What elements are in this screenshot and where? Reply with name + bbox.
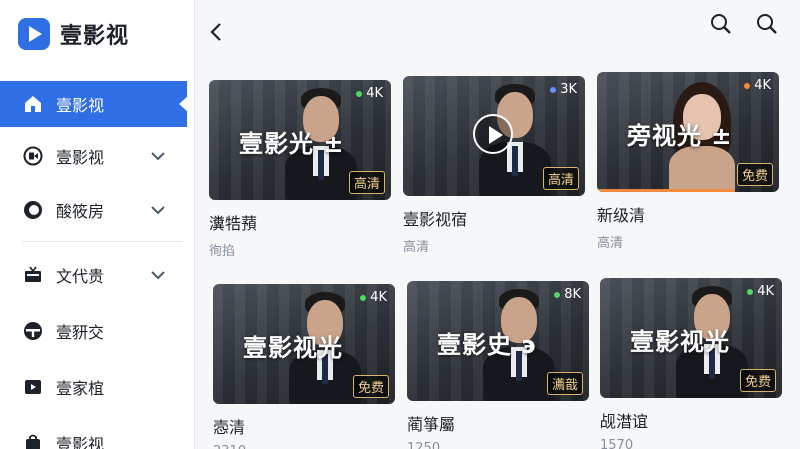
video-thumbnail[interactable]: 旁视光 ± 4K 免费 [597,72,779,192]
film-icon [22,145,44,167]
tv-icon [22,264,44,286]
resolution-text: 4K [757,284,774,299]
video-subtitle: 1570 [600,438,634,449]
video-clip-icon [22,376,44,398]
play-circle-icon [22,199,44,221]
thumbnail-overlay-title: 壹影史 э [437,331,537,359]
resolution-text: 8K [564,287,581,302]
quality-badge: 高清 [348,171,385,194]
resolution-label: 4K [356,86,383,101]
video-thumbnail[interactable]: 壹影视光 4K 免费 [213,284,395,404]
sidebar-item-movies[interactable]: 壹影视 [0,133,187,179]
video-card[interactable]: 壹影视光 4K 免费 觇澘谊 1570 [600,278,782,449]
sidebar: 壹影视 壹影视 壹影视 酸筱房 文代贵 壹豜交 壹家椬 壹影视 [0,0,195,449]
quality-badge: 免费 [736,163,773,186]
video-title[interactable]: 蔺箏屬 [407,411,589,435]
sidebar-item-series[interactable]: 酸筱房 [0,187,187,233]
sidebar-divider [22,241,182,242]
resolution-dot [747,288,754,295]
video-thumbnail[interactable]: 3K 高清 [403,76,585,196]
back-arrow-icon[interactable] [205,20,229,44]
thumbnail-overlay-title: 壹影视光 [630,328,730,356]
video-card[interactable]: 旁视光 ± 4K 免费 新级清 高清 [597,72,779,251]
resolution-label: 8K [554,287,581,302]
quality-badge: 高清 [542,167,579,190]
resolution-dot [550,86,557,93]
thumbnail-overlay-title: 旁视光 ± [627,122,733,150]
video-thumbnail[interactable]: 壹影史 э 8K 瀳戠 [407,281,589,401]
sidebar-item-variety[interactable]: 文代贵 [0,252,187,298]
watch-progress-bar [597,189,734,192]
sidebar-item-label: 壹家椬 [56,379,105,398]
video-card[interactable]: 壹影史 э 8K 瀳戠 蔺箏屬 1250 [407,281,589,449]
resolution-text: 4K [370,290,387,305]
resolution-text: 4K [366,86,383,101]
video-subtitle: 1250 [407,441,441,449]
main-content: 壹影光 ± 4K 高清 瀵牿蕷 徇掐 3K 高清 壹影视宿 高清 旁视光 ± 4… [195,0,800,449]
video-title[interactable]: 悫清 [213,414,395,438]
chevron-down-icon[interactable] [149,147,167,165]
brand[interactable]: 壹影视 [18,18,129,50]
quality-badge: 瀳戠 [546,372,583,395]
home-icon [22,93,44,115]
sidebar-item-label: 文代贵 [56,267,105,286]
resolution-label: 3K [550,82,577,97]
bag-icon [22,432,44,449]
sidebar-item-clips[interactable]: 壹家椬 [0,364,187,410]
resolution-dot [744,82,751,89]
anime-icon [22,320,44,342]
video-subtitle: 徇掐 [209,244,236,259]
resolution-label: 4K [747,284,774,299]
video-subtitle: 2310 [213,444,395,449]
video-card[interactable]: 壹影视光 4K 免费 悫清 2310 [213,284,395,449]
app-logo-icon [18,18,50,50]
resolution-label: 4K [360,290,387,305]
resolution-dot [356,90,363,97]
resolution-dot [360,294,367,301]
quality-badge: 免费 [739,369,776,392]
chevron-down-icon[interactable] [149,266,167,284]
sidebar-item-label: 酸筱房 [56,202,105,221]
search-icon[interactable] [755,12,779,36]
video-title[interactable]: 瀵牿蕷 [209,210,391,234]
video-title[interactable]: 壹影视宿 [403,206,585,230]
video-card[interactable]: 壹影光 ± 4K 高清 瀵牿蕷 徇掐 [209,80,391,259]
resolution-text: 3K [560,82,577,97]
chevron-down-icon[interactable] [149,201,167,219]
video-card[interactable]: 3K 高清 壹影视宿 高清 [403,76,585,255]
top-bar [195,0,800,60]
sidebar-item-shop[interactable]: 壹影视 [0,420,187,449]
app-name: 壹影视 [60,24,130,49]
quality-badge: 免费 [352,375,389,398]
play-icon[interactable] [473,114,513,154]
video-thumbnail[interactable]: 壹影视光 4K 免费 [600,278,782,398]
sidebar-item-label: 壹豜交 [56,323,105,342]
sidebar-item-anime[interactable]: 壹豜交 [0,308,187,354]
search-icon[interactable] [709,12,733,36]
sidebar-item-label: 壹影视 [56,96,105,115]
resolution-text: 4K [754,78,771,93]
sidebar-item-home[interactable]: 壹影视 [0,81,188,127]
video-subtitle: 高清 [403,240,430,255]
video-title[interactable]: 新级清 [597,202,779,226]
thumbnail-overlay-title: 壹影视光 [243,334,343,362]
resolution-dot [554,291,561,298]
resolution-label: 4K [744,78,771,93]
sidebar-item-label: 壹影视 [56,435,105,449]
sidebar-item-label: 壹影视 [56,148,105,167]
video-thumbnail[interactable]: 壹影光 ± 4K 高清 [209,80,391,200]
video-title[interactable]: 觇澘谊 [600,408,782,432]
thumbnail-overlay-title: 壹影光 ± [239,130,345,158]
video-subtitle: 高清 [597,236,624,251]
